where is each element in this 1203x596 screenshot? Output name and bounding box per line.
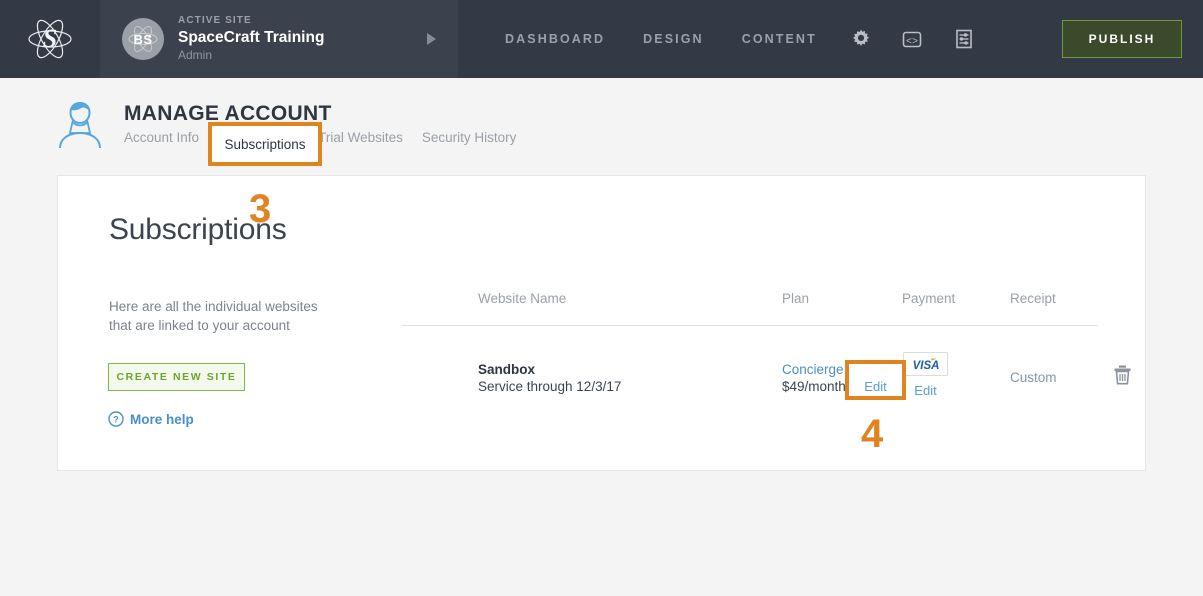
top-navigation-bar: S BS ACTIVE SITE SpaceCraft Training Adm… <box>0 0 1203 78</box>
annotation-step-4: 4 <box>861 412 884 456</box>
annotation-step-3: 3 <box>249 187 272 231</box>
create-new-site-button[interactable]: CREATE NEW SITE <box>108 363 245 391</box>
nav-dashboard[interactable]: DASHBOARD <box>486 32 624 46</box>
sliders-icon[interactable] <box>938 27 990 51</box>
question-circle-icon: ? <box>108 411 124 427</box>
active-site-name: SpaceCraft Training <box>178 29 325 47</box>
svg-text:<>: <> <box>906 37 918 48</box>
gear-icon[interactable] <box>836 28 886 50</box>
subscriptions-card: Subscriptions Here are all the individua… <box>57 175 1146 471</box>
active-site-role: Admin <box>178 48 213 63</box>
cell-plan: Concierge $49/month <box>782 362 846 394</box>
publish-button[interactable]: PUBLISH <box>1062 20 1182 58</box>
account-tabs: Account Info Subscriptions Trial Website… <box>124 130 535 145</box>
table-header-row: Website Name Plan Payment Receipt <box>402 291 1098 326</box>
subscriptions-description: Here are all the individual websites tha… <box>109 299 318 334</box>
atom-logo-icon: S <box>27 19 72 59</box>
visa-card-icon: VISA <box>903 352 948 376</box>
page-header: MANAGE ACCOUNT Account Info Subscription… <box>0 78 1203 175</box>
person-icon <box>59 101 101 149</box>
delete-subscription-button[interactable] <box>1113 364 1132 391</box>
subscriptions-table: Website Name Plan Payment Receipt Sandbo… <box>402 291 1131 436</box>
code-icon[interactable]: <> <box>886 27 938 51</box>
play-arrow-icon[interactable] <box>427 33 436 45</box>
tab-security-history[interactable]: Security History <box>422 130 536 145</box>
avatar: BS <box>122 18 164 60</box>
svg-text:?: ? <box>113 415 119 425</box>
payment-edit-link[interactable]: Edit <box>903 383 948 398</box>
more-help-label: More help <box>130 411 194 427</box>
column-header-plan: Plan <box>782 291 810 306</box>
cell-payment: VISA Edit <box>903 352 948 398</box>
column-header-website-name: Website Name <box>478 291 567 306</box>
nav-design[interactable]: DESIGN <box>624 32 723 46</box>
row-plan-price: $49/month <box>782 379 846 394</box>
row-plan-name[interactable]: Concierge <box>782 362 846 377</box>
nav-content[interactable]: CONTENT <box>723 32 836 46</box>
more-help-link[interactable]: ? More help <box>108 411 194 427</box>
active-site-panel[interactable]: BS ACTIVE SITE SpaceCraft Training Admin <box>100 0 458 78</box>
svg-text:S: S <box>42 24 56 53</box>
column-header-payment: Payment <box>902 291 956 306</box>
avatar-initials: BS <box>133 31 153 47</box>
row-receipt-link[interactable]: Custom <box>1010 370 1057 385</box>
app-logo[interactable]: S <box>0 0 100 78</box>
cell-website-name: Sandbox Service through 12/3/17 <box>478 362 621 394</box>
cell-receipt: Custom <box>1010 369 1057 387</box>
main-nav: DASHBOARD DESIGN CONTENT <> <box>486 27 990 51</box>
column-header-receipt: Receipt <box>1010 291 1056 306</box>
row-website-name: Sandbox <box>478 362 536 377</box>
trash-icon <box>1114 365 1131 385</box>
annotation-edit-label[interactable]: Edit <box>845 360 906 400</box>
tab-trial-websites[interactable]: Trial Websites <box>318 130 422 145</box>
annotation-tab-label[interactable]: Subscriptions <box>208 122 322 166</box>
svg-text:VISA: VISA <box>912 360 939 372</box>
row-website-service-through: Service through 12/3/17 <box>478 379 622 394</box>
site-text-group: ACTIVE SITE SpaceCraft Training Admin <box>178 15 324 64</box>
tab-account-info[interactable]: Account Info <box>124 130 218 145</box>
table-row: Sandbox Service through 12/3/17 Concierg… <box>402 326 1131 436</box>
active-site-kicker: ACTIVE SITE <box>178 14 252 26</box>
